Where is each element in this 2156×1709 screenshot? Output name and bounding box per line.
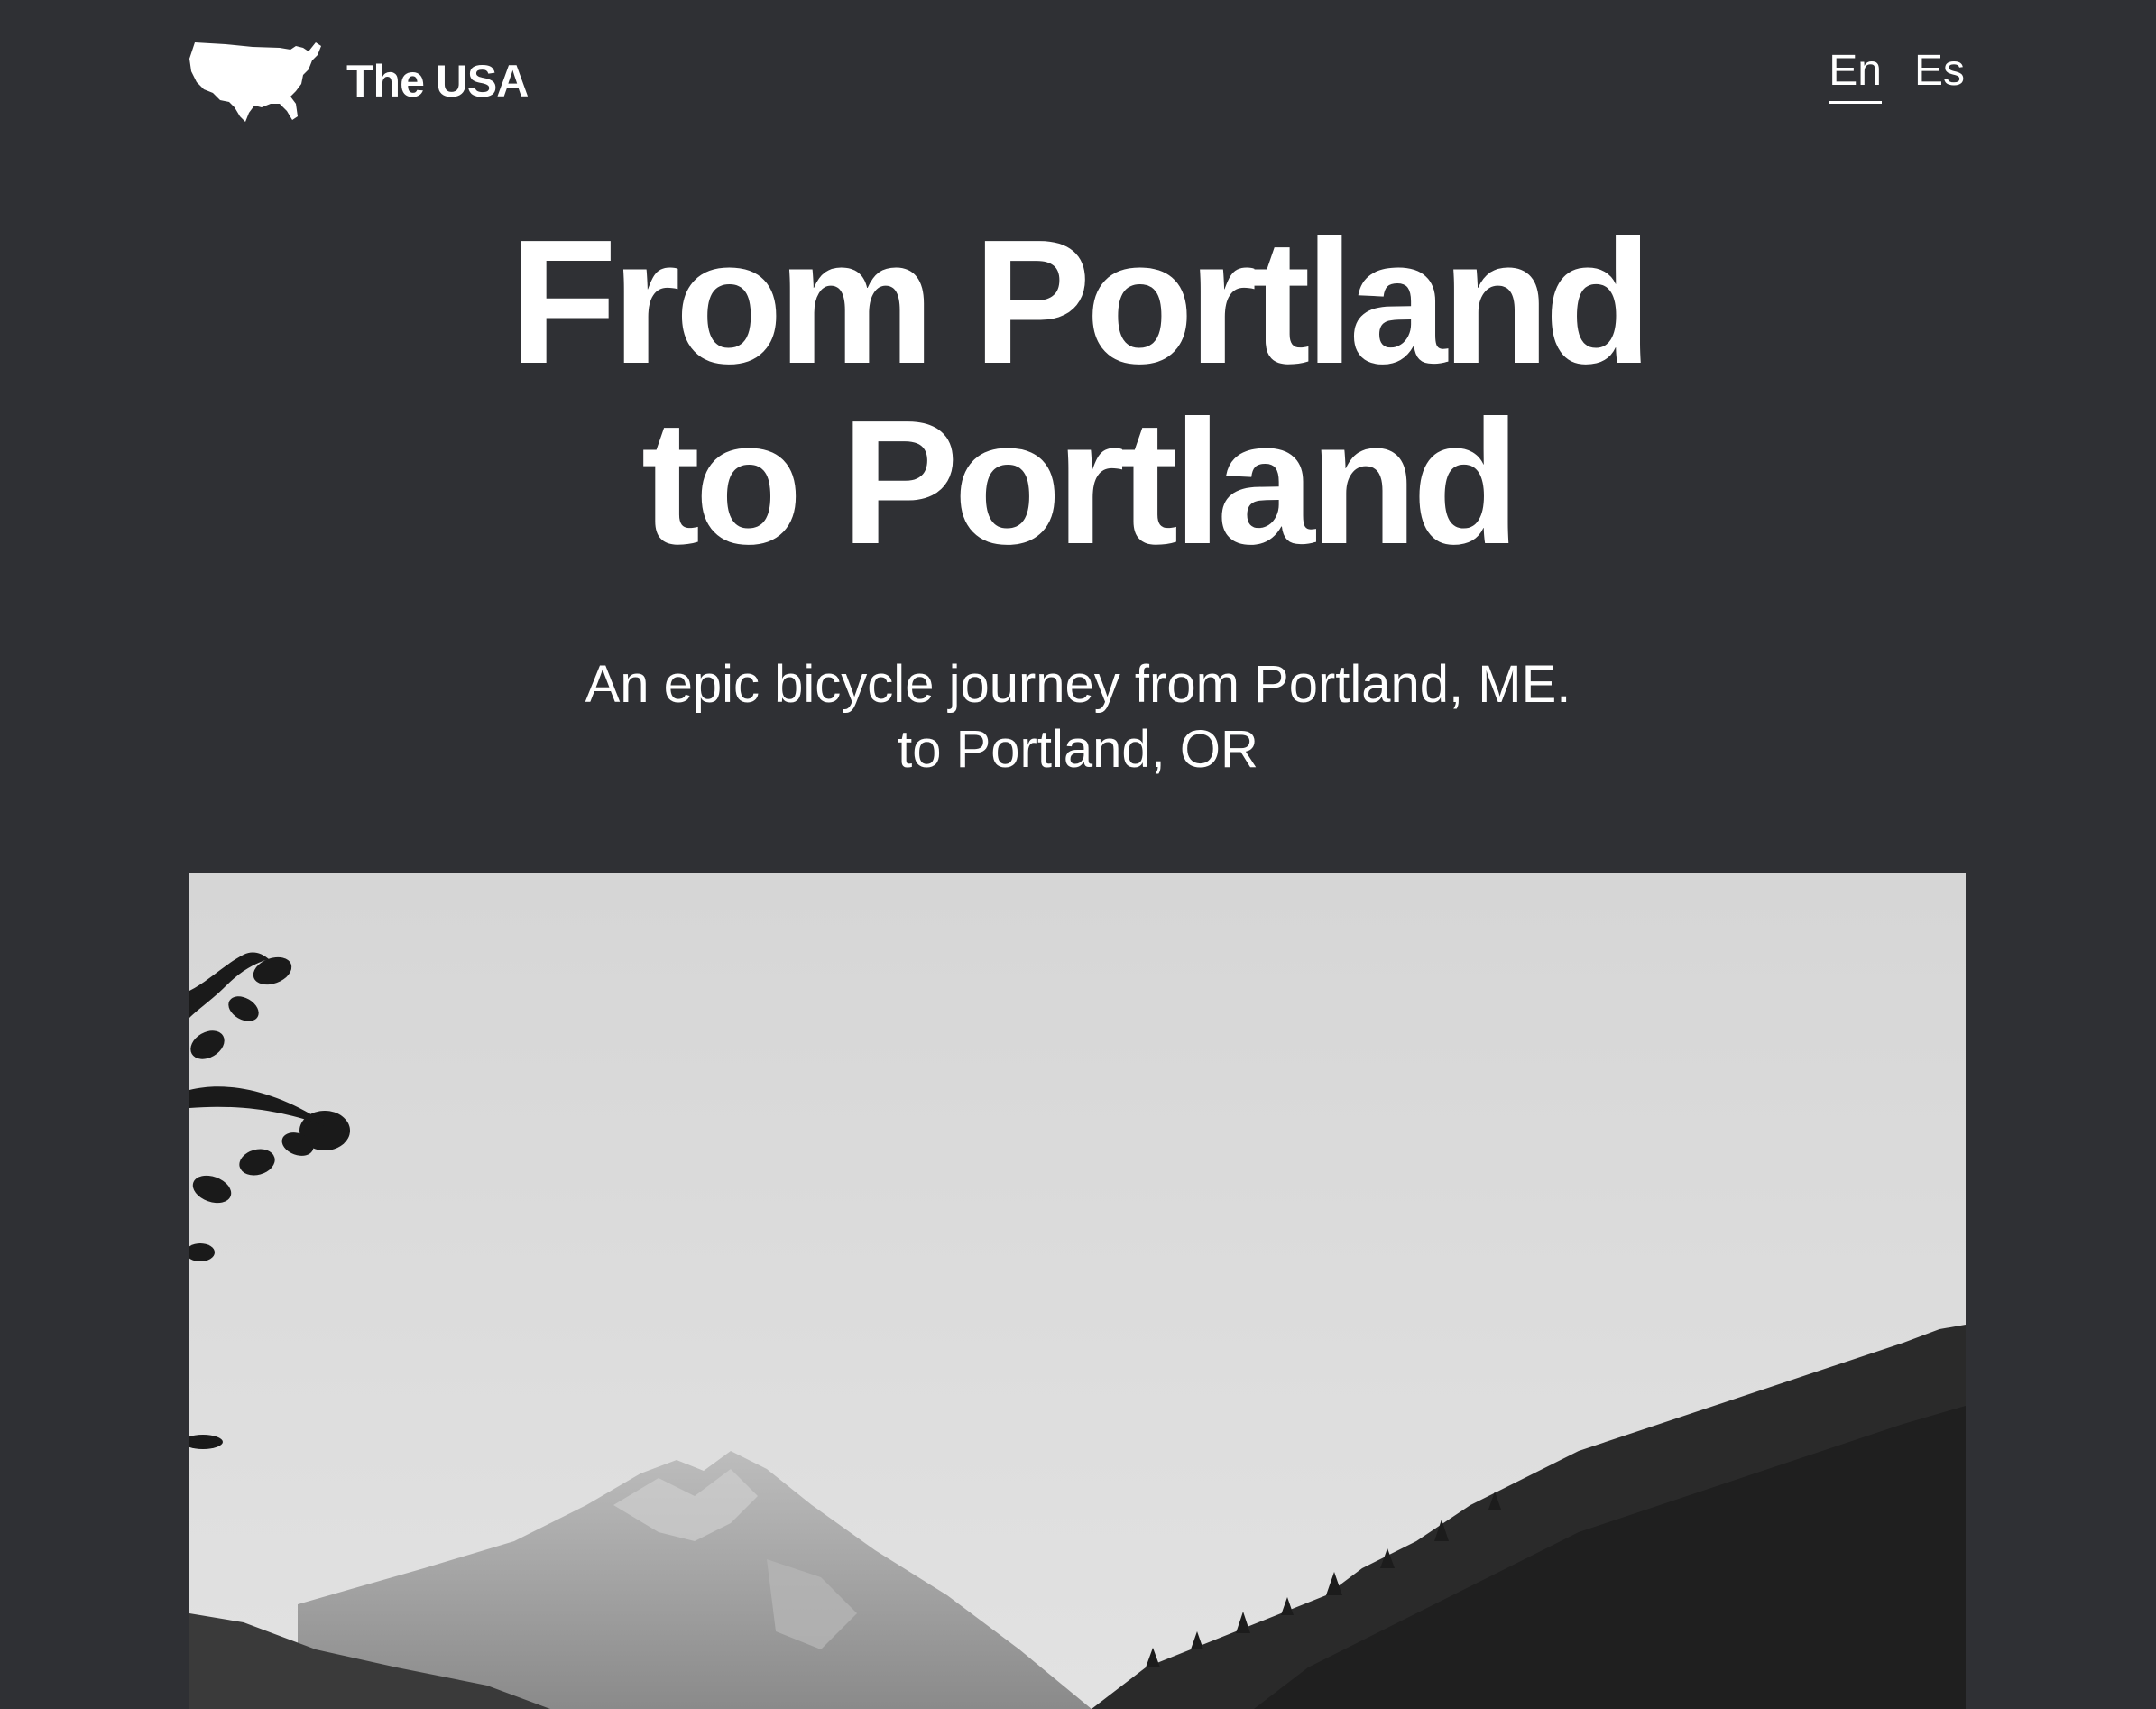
page-title: From Portland to Portland [0,212,2156,573]
page-subtitle-line-1: An epic bicycle journey from Portland, M… [585,655,1571,714]
language-switcher: En Es [1829,46,1965,104]
mountain-landscape-photo [189,873,1966,1709]
site-header: The USA En Es [189,36,1965,126]
usa-map-icon [189,42,321,122]
hero-section: From Portland to Portland An epic bicycl… [0,212,2156,782]
page-title-line-1: From Portland [509,203,1652,401]
page-subtitle-line-2: to Portland, OR [898,720,1258,779]
hero-photo [189,873,1966,1709]
brand-logo-link[interactable]: The USA [189,39,529,124]
page-subtitle: An epic bicycle journey from Portland, M… [0,652,2156,782]
brand-name: The USA [346,56,529,106]
language-option-es[interactable]: Es [1914,46,1965,104]
page-title-line-2: to Portland [640,383,1520,581]
language-option-en[interactable]: En [1829,46,1882,104]
